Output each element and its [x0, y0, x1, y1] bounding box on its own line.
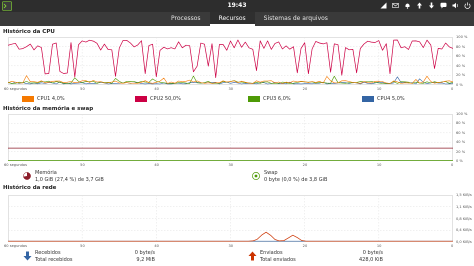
volume-icon[interactable] — [452, 2, 459, 9]
cpu1-legend[interactable]: CPU1 4,0% — [22, 96, 65, 102]
y-tick-label: 0,4 KiB/s — [456, 228, 472, 233]
memory-graph — [8, 114, 453, 161]
cpu4-legend-label: CPU4 5,0% — [377, 96, 405, 102]
x-tick-label: 40 — [154, 87, 159, 91]
network-icon[interactable] — [380, 2, 387, 9]
cpu4-legend[interactable]: CPU4 5,0% — [362, 96, 405, 102]
upload-icon[interactable] — [416, 2, 423, 9]
tab-processes[interactable]: Processos — [162, 12, 210, 26]
cpu3-legend-label: CPU3 6,0% — [263, 96, 291, 102]
x-tick-label: 50 — [80, 163, 85, 167]
memory-section-title: Histórico da memória e swap — [3, 106, 94, 112]
memory-graph-canvas — [8, 114, 453, 161]
bell-icon[interactable] — [404, 2, 411, 9]
total-sent-value: 428,0 KiB — [358, 257, 383, 263]
x-tick-label: 60 segundos — [4, 87, 27, 91]
received-info: Recebidos 0 byte/s Total recebidos 9,2 M… — [35, 250, 155, 264]
cpu-graph-canvas — [8, 37, 453, 85]
y-tick-label: 80 % — [456, 44, 466, 49]
cpu-section-title: Histórico da CPU — [3, 29, 55, 35]
x-tick-label: 60 segundos — [4, 163, 27, 167]
cpu2-color-swatch[interactable] — [135, 96, 147, 102]
total-received-value: 9,2 MiB — [136, 257, 155, 263]
mail-icon[interactable] — [392, 2, 399, 9]
tab-bar: Processos Recursos Sistemas de arquivos — [0, 12, 474, 26]
y-tick-label: 20 % — [456, 149, 466, 154]
y-tick-label: 40 % — [456, 63, 466, 68]
received-label: Recebidos — [35, 250, 61, 256]
cpu3-legend[interactable]: CPU3 6,0% — [248, 96, 291, 102]
x-tick-label: 40 — [154, 163, 159, 167]
y-tick-label: 60 % — [456, 54, 466, 59]
memory-info: Memória 1,0 GiB (27,4 %) de 3,7 GiB — [35, 170, 104, 184]
x-tick-label: 10 — [376, 163, 382, 167]
y-tick-label: 0 % — [456, 83, 463, 87]
top-panel: 19:43 — [0, 0, 474, 12]
x-tick-label: 50 — [80, 244, 85, 248]
memory-pie-icon[interactable] — [23, 172, 31, 180]
cpu3-color-swatch[interactable] — [248, 96, 260, 102]
memory-label: Memória — [35, 170, 57, 176]
x-tick-label: 30 — [228, 163, 234, 167]
network-graph — [8, 195, 453, 242]
cpu1-color-swatch[interactable] — [22, 96, 34, 102]
power-icon[interactable] — [464, 2, 471, 9]
y-tick-label: 0 % — [456, 159, 463, 163]
cpu1-legend-label: CPU1 4,0% — [37, 96, 65, 102]
x-tick-label: 0 — [451, 244, 454, 248]
x-tick-label: 30 — [228, 87, 234, 91]
y-tick-label: 1,1 KiB/s — [456, 204, 472, 209]
y-tick-label: 80 % — [456, 121, 466, 126]
y-tick-label: 0,8 KiB/s — [456, 216, 472, 221]
total-received-label: Total recebidos — [35, 257, 73, 263]
y-tick-label: 0,0 KiB/s — [456, 240, 472, 244]
tab-resources[interactable]: Recursos — [209, 12, 255, 26]
sent-arrow-icon[interactable] — [248, 251, 257, 261]
y-tick-label: 40 % — [456, 140, 466, 145]
cpu-graph — [8, 37, 453, 85]
total-sent-label: Total enviados — [260, 257, 296, 263]
x-tick-label: 10 — [376, 87, 382, 91]
received-arrow-icon[interactable] — [23, 251, 32, 261]
view-switcher: Processos Recursos Sistemas de arquivos — [162, 12, 337, 26]
swap-value: 0 byte (0,0 %) de 3,8 GiB — [264, 177, 328, 183]
y-tick-label: 20 % — [456, 73, 466, 78]
y-tick-label: 60 % — [456, 130, 466, 135]
cpu2-legend-label: CPU2 50,0% — [150, 96, 181, 102]
x-tick-label: 50 — [80, 87, 85, 91]
cpu2-legend[interactable]: CPU2 50,0% — [135, 96, 181, 102]
network-graph-canvas — [8, 195, 453, 242]
cpu4-color-swatch[interactable] — [362, 96, 374, 102]
sent-info: Enviados 0 byte/s Total enviados 428,0 K… — [260, 250, 383, 264]
y-tick-label: 1,5 KiB/s — [456, 193, 472, 197]
swap-pie-icon[interactable] — [252, 172, 260, 180]
chat-icon[interactable] — [440, 2, 447, 9]
network-section-title: Histórico da rede — [3, 185, 57, 191]
sent-label: Enviados — [260, 250, 283, 256]
system-tray — [380, 2, 471, 9]
y-tick-label: 100 % — [456, 35, 468, 39]
received-rate: 0 byte/s — [134, 250, 155, 256]
y-tick-label: 100 % — [456, 112, 468, 116]
x-tick-label: 60 segundos — [4, 244, 27, 248]
x-tick-label: 20 — [302, 244, 308, 248]
x-tick-label: 0 — [451, 87, 454, 91]
tab-file-systems[interactable]: Sistemas de arquivos — [255, 12, 337, 26]
x-tick-label: 20 — [302, 87, 308, 91]
x-tick-label: 40 — [154, 244, 159, 248]
swap-label: Swap — [264, 170, 278, 176]
sent-rate: 0 byte/s — [362, 250, 383, 256]
x-tick-label: 20 — [302, 163, 308, 167]
download-icon[interactable] — [428, 2, 435, 9]
x-tick-label: 30 — [228, 244, 234, 248]
x-tick-label: 0 — [451, 163, 454, 167]
swap-info: Swap 0 byte (0,0 %) de 3,8 GiB — [264, 170, 327, 184]
x-tick-label: 10 — [376, 244, 382, 248]
memory-value: 1,0 GiB (27,4 %) de 3,7 GiB — [35, 177, 104, 183]
